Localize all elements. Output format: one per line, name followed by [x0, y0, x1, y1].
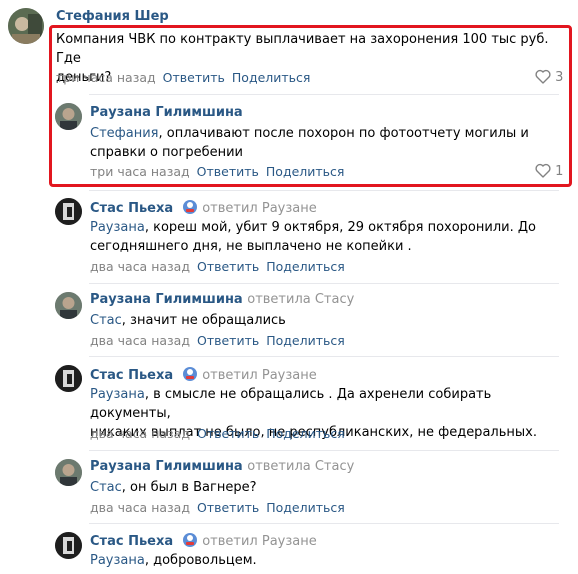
comment-meta: два часа назад Ответить Поделиться [90, 500, 345, 515]
mention-link[interactable]: Раузана [90, 220, 145, 235]
reply-button[interactable]: Ответить [197, 333, 259, 348]
comment-date[interactable]: три часа назад [56, 70, 156, 85]
badge-icon [182, 199, 198, 219]
badge-icon [182, 366, 198, 386]
comment-meta: два часа назад Ответить Поделиться [90, 426, 345, 441]
replied-to[interactable]: ответила Стасу [247, 292, 354, 307]
comment-author[interactable]: Стефания Шер [56, 9, 169, 24]
comment-meta: три часа назад Ответить Поделиться [90, 164, 344, 179]
comment-date[interactable]: два часа назад [90, 500, 190, 515]
avatar-rauzana[interactable] [55, 103, 82, 130]
comment-text: Стас, значит не обращались [90, 313, 286, 328]
comment-author[interactable]: Стас Пьеха ответил Раузане [90, 199, 317, 219]
like-button[interactable]: 3 [535, 69, 563, 85]
comment-author[interactable]: Стас Пьеха ответил Раузане [90, 532, 317, 552]
badge-icon [182, 532, 198, 552]
comment-text: Раузана, добровольцем. [90, 553, 257, 568]
mention-link[interactable]: Стас [90, 313, 122, 328]
avatar-stefania[interactable] [8, 8, 44, 44]
divider [89, 283, 559, 284]
comment-author[interactable]: Раузана Гилимшина ответила Стасу [90, 292, 354, 307]
avatar-rauzana[interactable] [55, 459, 82, 486]
reply-button[interactable]: Ответить [197, 426, 259, 441]
share-button[interactable]: Поделиться [266, 333, 345, 348]
share-button[interactable]: Поделиться [232, 70, 311, 85]
divider [89, 450, 559, 451]
share-button[interactable]: Поделиться [266, 259, 345, 274]
divider [89, 523, 559, 524]
like-button[interactable]: 1 [535, 163, 563, 179]
avatar-stas[interactable] [55, 532, 82, 559]
comment-text: Раузана, кореш мой, убит 9 октября, 29 о… [90, 220, 536, 254]
comment-date[interactable]: два часа назад [90, 333, 190, 348]
reply-button[interactable]: Ответить [197, 164, 259, 179]
reply-button[interactable]: Ответить [197, 500, 259, 515]
comment-date[interactable]: три часа назад [90, 164, 190, 179]
replied-to[interactable]: ответил Раузане [202, 368, 317, 383]
share-button[interactable]: Поделиться [266, 426, 345, 441]
reply-button[interactable]: Ответить [163, 70, 225, 85]
divider [89, 94, 559, 95]
mention-link[interactable]: Раузана [90, 387, 145, 402]
avatar-rauzana[interactable] [55, 292, 82, 319]
comment-meta: два часа назад Ответить Поделиться [90, 259, 345, 274]
like-count: 1 [555, 164, 564, 179]
divider [89, 356, 559, 357]
heart-icon [535, 163, 551, 178]
mention-link[interactable]: Раузана [90, 553, 145, 568]
comment-meta: два часа назад Ответить Поделиться [90, 333, 345, 348]
share-button[interactable]: Поделиться [266, 500, 345, 515]
comment-text: Стефания, оплачивают после похорон по фо… [90, 126, 529, 160]
comment-author[interactable]: Стас Пьеха ответил Раузане [90, 366, 317, 386]
replied-to[interactable]: ответил Раузане [202, 201, 317, 216]
comment-date[interactable]: два часа назад [90, 259, 190, 274]
divider [89, 190, 559, 191]
like-count: 3 [555, 70, 564, 85]
mention-link[interactable]: Стас [90, 480, 122, 495]
share-button[interactable]: Поделиться [266, 164, 345, 179]
replied-to[interactable]: ответил Раузане [202, 534, 317, 549]
heart-icon [535, 69, 551, 84]
comment-text: Стас, он был в Вагнере? [90, 480, 257, 495]
replied-to[interactable]: ответила Стасу [247, 459, 354, 474]
mention-link[interactable]: Стефания [90, 126, 159, 141]
comment-meta: три часа назад Ответить Поделиться [56, 70, 310, 85]
avatar-stas[interactable] [55, 365, 82, 392]
reply-button[interactable]: Ответить [197, 259, 259, 274]
comment-author[interactable]: Раузана Гилимшина ответила Стасу [90, 459, 354, 474]
comment-author[interactable]: Раузана Гилимшина [90, 105, 243, 120]
comment-date[interactable]: два часа назад [90, 426, 190, 441]
avatar-stas[interactable] [55, 198, 82, 225]
